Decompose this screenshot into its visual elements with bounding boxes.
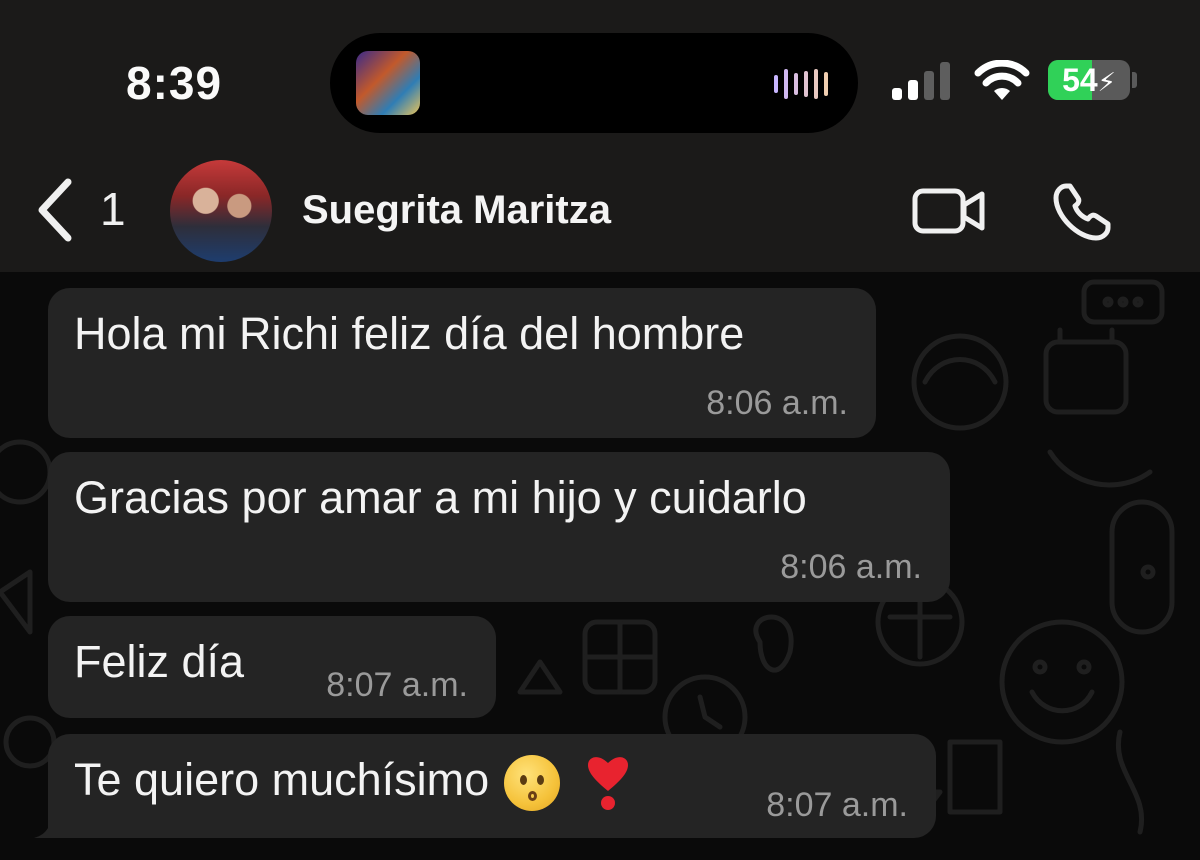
battery-percent: 54 bbox=[1062, 62, 1098, 98]
cellular-signal-icon bbox=[892, 62, 950, 100]
bubble-tail bbox=[34, 812, 64, 838]
back-button[interactable]: 1 bbox=[34, 178, 134, 242]
message-bubble[interactable]: Te quiero muchísimo 8:07 a.m. bbox=[34, 734, 936, 838]
status-time: 8:39 bbox=[126, 57, 223, 109]
message-text: Gracias por amar a mi hijo y cuidarlo bbox=[74, 472, 807, 523]
chat-header: 1 Suegrita Maritza bbox=[0, 150, 1200, 272]
battery-charging-icon: 54⚡ bbox=[1048, 60, 1130, 100]
red-exclamation-emoji bbox=[588, 757, 629, 811]
chat-body[interactable]: Hola mi Richi feliz día del hombre 8:06 … bbox=[0, 272, 1200, 860]
back-chevron-icon bbox=[38, 178, 72, 242]
bolt-icon: ⚡ bbox=[1097, 67, 1116, 97]
message-timestamp: 8:07 a.m. bbox=[326, 666, 468, 704]
message-bubble[interactable]: Gracias por amar a mi hijo y cuidarlo 8:… bbox=[48, 452, 950, 602]
chat-screen: 8:39 54⚡ 1 Suegrita Maritza Hola mi Rich… bbox=[0, 0, 1200, 860]
message-bubble[interactable]: Feliz día 8:07 a.m. bbox=[48, 616, 496, 718]
message-text: Feliz día bbox=[74, 636, 245, 687]
now-playing-thumbnail bbox=[356, 51, 420, 115]
audio-waveform-icon bbox=[774, 69, 828, 99]
message-timestamp: 8:06 a.m. bbox=[780, 548, 922, 586]
message-text-row: Te quiero muchísimo bbox=[74, 754, 629, 812]
message-text: Hola mi Richi feliz día del hombre bbox=[74, 308, 745, 359]
battery-tip bbox=[1132, 72, 1137, 88]
contact-name[interactable]: Suegrita Maritza bbox=[302, 188, 611, 233]
dynamic-island[interactable] bbox=[330, 33, 858, 133]
message-text: Te quiero muchísimo bbox=[74, 754, 490, 805]
phone-call-icon[interactable] bbox=[1052, 182, 1112, 242]
message-bubble[interactable]: Hola mi Richi feliz día del hombre 8:06 … bbox=[48, 288, 876, 438]
avatar[interactable] bbox=[170, 160, 272, 262]
message-timestamp: 8:07 a.m. bbox=[766, 786, 908, 824]
status-bar: 8:39 54⚡ bbox=[0, 0, 1200, 150]
wifi-icon bbox=[974, 60, 1030, 100]
kissing-face-emoji bbox=[503, 755, 560, 812]
message-timestamp: 8:06 a.m. bbox=[706, 384, 848, 422]
video-call-icon[interactable] bbox=[912, 188, 986, 234]
unread-count: 1 bbox=[100, 183, 126, 235]
